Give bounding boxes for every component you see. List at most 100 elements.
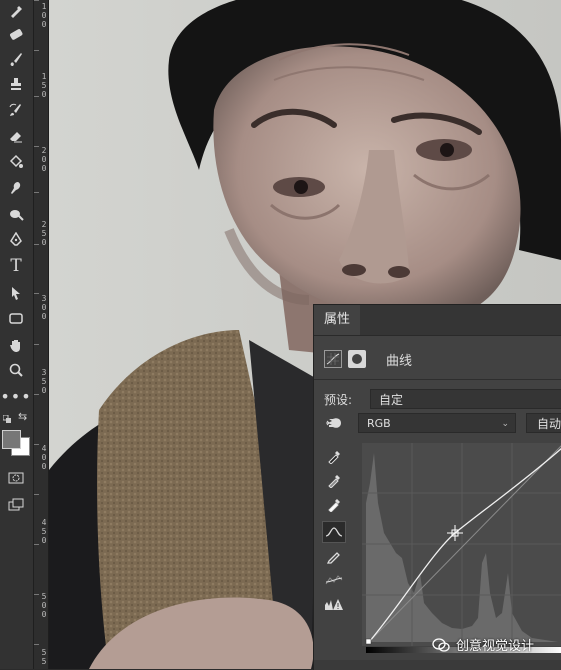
channel-row: RGB ⌄ 自动 (324, 413, 561, 433)
screen-mode-button[interactable] (4, 494, 28, 516)
ruler-label: 0 (41, 453, 47, 462)
eyedropper-gray-icon (328, 475, 340, 488)
auto-button[interactable]: 自动 (526, 413, 561, 433)
properties-panel: 属性 曲线 预设: 自定 RGB ⌄ 自动 创意视觉设计 (313, 304, 561, 670)
ruler-label: 5 (41, 229, 47, 238)
curves-graph[interactable] (362, 443, 561, 646)
more-tools[interactable]: ••• (0, 386, 30, 408)
ruler-label: 0 (41, 312, 47, 321)
pen-tool[interactable] (4, 229, 28, 251)
pencil-icon (326, 552, 340, 564)
eyedropper-icon (11, 6, 22, 18)
ruler-label: 0 (41, 536, 47, 545)
gray-point-eyedropper[interactable] (322, 469, 346, 491)
ruler-label: 4 (41, 518, 47, 527)
curves-graph-svg (362, 443, 561, 646)
quick-mask-button[interactable] (4, 467, 28, 489)
stamp-icon (11, 78, 21, 90)
adjustment-title: 曲线 (386, 353, 413, 369)
pen-icon (10, 232, 22, 246)
blur-tool[interactable] (4, 177, 28, 199)
tab-properties[interactable]: 属性 (314, 305, 361, 335)
ruler-label: 5 (41, 527, 47, 536)
black-point-eyedropper[interactable] (322, 445, 346, 467)
clipping-warning-tool[interactable] (322, 593, 346, 615)
watermark: 创意视觉设计 (432, 635, 534, 654)
curve-tools (322, 445, 350, 617)
preset-label: 预设: (324, 392, 353, 407)
clone-stamp-tool[interactable] (4, 73, 28, 95)
ruler-label: 5 (41, 592, 47, 601)
panel-tab-bar: 属性 (314, 305, 561, 336)
hand-target-icon (326, 418, 341, 428)
eyedropper-tool[interactable] (4, 0, 28, 22)
ruler-label: 1 (41, 2, 47, 11)
edit-points-tool[interactable] (322, 521, 346, 543)
rectangle-icon (9, 313, 23, 324)
target-adjust-tool[interactable] (324, 413, 346, 433)
more-icon: ••• (0, 387, 32, 406)
dodge-tool[interactable] (4, 203, 28, 225)
eyedropper-black-icon (328, 451, 340, 464)
ruler-label: 0 (41, 386, 47, 395)
ruler-label: 5 (41, 377, 47, 386)
zoom-icon (9, 363, 23, 377)
healing-brush-tool[interactable] (4, 23, 28, 45)
white-point-eyedropper[interactable] (322, 493, 346, 515)
eyedropper-white-icon (328, 499, 340, 512)
type-icon: T (10, 255, 22, 276)
ruler-label: 0 (41, 462, 47, 471)
ruler-label: 0 (41, 11, 47, 20)
ruler-label: 3 (41, 368, 47, 377)
swap-colors-icon[interactable]: ⇆ (18, 411, 30, 422)
ruler-label: 5 (41, 657, 47, 666)
hand-tool[interactable] (4, 334, 28, 356)
ruler-label: 2 (41, 220, 47, 229)
panel-divider (314, 379, 561, 380)
ruler-label: 5 (41, 648, 47, 657)
curves-adjustment-icon[interactable] (324, 350, 342, 368)
channel-dropdown[interactable]: RGB ⌄ (358, 413, 516, 433)
rectangle-tool[interactable] (4, 307, 28, 329)
ruler-label: 0 (41, 20, 47, 29)
hand-icon (10, 340, 20, 352)
healing-brush-icon (10, 29, 23, 40)
draw-curve-tool[interactable] (322, 545, 346, 567)
quick-mask-icon (8, 472, 24, 484)
channel-value: RGB (367, 417, 391, 430)
smooth-curve-icon (325, 575, 343, 585)
path-select-icon (12, 287, 20, 300)
brush-tool[interactable] (4, 48, 28, 70)
ruler-label: 0 (41, 238, 47, 247)
paint-bucket-tool[interactable] (4, 151, 28, 173)
zoom-tool[interactable] (4, 359, 28, 381)
ruler-label: 3 (41, 294, 47, 303)
ruler-label: 0 (41, 303, 47, 312)
preset-dropdown[interactable]: 自定 (370, 389, 561, 409)
screen-mode-icon (8, 498, 24, 511)
layer-mask-icon[interactable] (348, 350, 366, 368)
path-selection-tool[interactable] (4, 282, 28, 304)
smooth-curve-tool[interactable] (322, 569, 346, 591)
default-colors-icon[interactable] (2, 413, 12, 423)
type-tool[interactable]: T (4, 255, 28, 277)
foreground-color-swatch[interactable] (2, 430, 21, 449)
history-brush-icon (9, 103, 21, 116)
brush-icon (10, 53, 22, 66)
paint-bucket-icon (9, 154, 23, 168)
eraser-icon (10, 132, 22, 143)
tool-panel: T ••• ⇆ (0, 0, 34, 669)
history-brush-tool[interactable] (4, 99, 28, 121)
ruler-label: 0 (41, 155, 47, 164)
wechat-icon (432, 637, 450, 652)
histogram-warning-icon (325, 599, 343, 610)
preset-row: 预设: 自定 (324, 389, 561, 409)
ruler-label: 2 (41, 146, 47, 155)
blur-icon (11, 182, 21, 194)
eraser-tool[interactable] (4, 125, 28, 147)
ruler-label: 4 (41, 444, 47, 453)
ruler-label: 5 (41, 81, 47, 90)
chevron-down-icon: ⌄ (501, 419, 509, 429)
ruler-label: 0 (41, 601, 47, 610)
dodge-icon (10, 210, 24, 221)
